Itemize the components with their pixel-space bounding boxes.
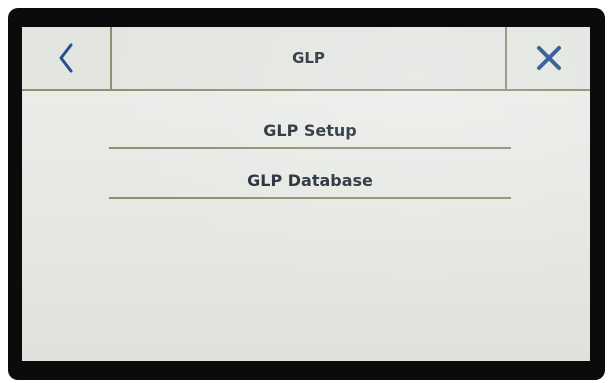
touch-screen: GLP GLP Setup GLP Database <box>22 27 590 361</box>
page-title: GLP <box>292 49 325 67</box>
header-bar: GLP <box>22 27 590 91</box>
chevron-left-icon <box>59 43 73 73</box>
menu-item-label: GLP Setup <box>263 120 357 140</box>
menu-item-glp-setup[interactable]: GLP Setup <box>109 113 511 149</box>
close-button[interactable] <box>505 27 590 89</box>
menu-item-glp-database[interactable]: GLP Database <box>109 163 511 199</box>
menu-item-label: GLP Database <box>247 170 373 190</box>
back-button[interactable] <box>22 27 112 89</box>
close-icon <box>536 46 561 70</box>
